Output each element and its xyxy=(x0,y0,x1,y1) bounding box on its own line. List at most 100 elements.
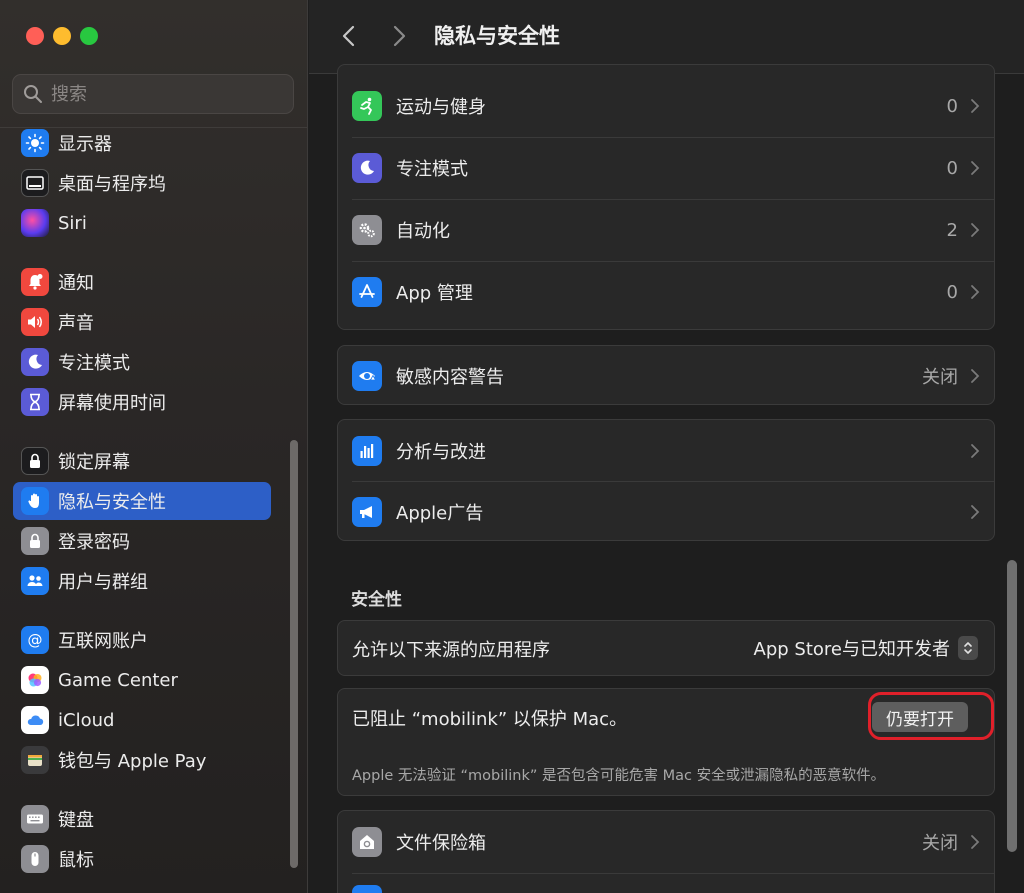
search-field[interactable] xyxy=(12,74,294,114)
row-next-clipped[interactable] xyxy=(338,873,996,893)
sidebar-item-mouse[interactable]: 鼠标 xyxy=(13,840,271,878)
sidebar-scrollbar[interactable] xyxy=(290,440,298,868)
sidebar-list: 显示器 桌面与程序坞 Siri 通知 声音 专注模式 屏幕使用时间 锁定屏幕 隐… xyxy=(0,124,290,893)
lock-screen-icon xyxy=(21,447,49,475)
blocked-app-description: Apple 无法验证 “mobilink” 是否包含可能危害 Mac 安全或泄漏… xyxy=(352,768,886,784)
sidebar-item-siri[interactable]: Siri xyxy=(13,204,271,242)
sidebar-item-label: iCloud xyxy=(58,709,115,731)
sidebar-item-label: 桌面与程序坞 xyxy=(58,174,166,195)
siri-icon xyxy=(21,209,49,237)
row-label: 运动与健身 xyxy=(396,97,486,118)
row-label: 文件保险箱 xyxy=(396,833,486,854)
lock-icon xyxy=(21,527,49,555)
sidebar-item-label: 登录密码 xyxy=(58,532,130,553)
sidebar-item-label: 互联网账户 xyxy=(58,631,148,652)
sidebar-item-users-groups[interactable]: 用户与群组 xyxy=(13,562,271,600)
vault-icon xyxy=(352,827,382,857)
eye-warning-icon xyxy=(352,361,382,391)
row-count: 0 xyxy=(946,95,958,117)
moon-icon xyxy=(352,153,382,183)
game-center-icon xyxy=(21,666,49,694)
sidebar-item-label: 键盘 xyxy=(58,810,94,831)
row-count: 0 xyxy=(946,157,958,179)
sidebar-item-label: 鼠标 xyxy=(58,850,94,871)
row-sensitive-content-warning[interactable]: 敏感内容警告 关闭 xyxy=(338,345,996,407)
filevault-group: 文件保险箱 关闭 xyxy=(337,810,995,893)
chart-icon xyxy=(352,436,382,466)
sidebar-item-game-center[interactable]: Game Center xyxy=(13,661,271,699)
row-filevault[interactable]: 文件保险箱 关闭 xyxy=(338,811,996,873)
sidebar-item-label: 隐私与安全性 xyxy=(58,492,166,513)
sidebar-item-label: 用户与群组 xyxy=(58,572,148,593)
row-analytics[interactable]: 分析与改进 xyxy=(338,420,996,482)
forward-button[interactable] xyxy=(385,22,413,50)
row-status: 关闭 xyxy=(922,833,958,854)
sidebar-item-login-password[interactable]: 登录密码 xyxy=(13,522,271,560)
chevron-right-icon xyxy=(971,444,980,458)
sidebar-item-label: 显示器 xyxy=(58,134,112,155)
users-icon xyxy=(21,567,49,595)
sidebar-item-privacy-security[interactable]: 隐私与安全性 xyxy=(13,482,271,520)
page-title: 隐私与安全性 xyxy=(434,24,560,48)
main-scrollbar[interactable] xyxy=(1007,560,1017,852)
row-automation[interactable]: 自动化 2 xyxy=(338,199,996,261)
sidebar-item-notifications[interactable]: 通知 xyxy=(13,263,271,301)
partial-row-icon xyxy=(352,885,382,893)
svg-text:@: @ xyxy=(28,631,43,649)
hourglass-icon xyxy=(21,388,49,416)
notification-icon xyxy=(21,268,49,296)
privacy-list-group: 运动与健身 0 专注模式 0 自动化 2 App 管理 0 xyxy=(337,64,995,330)
settings-content: 运动与健身 0 专注模式 0 自动化 2 App 管理 0 敏感内容警告 关闭 … xyxy=(337,64,997,893)
mouse-icon xyxy=(21,845,49,873)
sidebar-item-label: 锁定屏幕 xyxy=(58,452,130,473)
window-controls xyxy=(26,27,98,45)
sidebar-item-internet-accounts[interactable]: @ 互联网账户 xyxy=(13,621,271,659)
search-input[interactable] xyxy=(51,83,271,105)
sidebar-item-sound[interactable]: 声音 xyxy=(13,303,271,341)
at-icon: @ xyxy=(21,626,49,654)
app-store-icon xyxy=(352,277,382,307)
sidebar-item-label: 通知 xyxy=(58,273,94,294)
sidebar-item-focus[interactable]: 专注模式 xyxy=(13,343,271,381)
sidebar-item-keyboard[interactable]: 键盘 xyxy=(13,800,271,838)
sidebar-item-label: 钱包与 Apple Pay xyxy=(58,751,207,772)
minimize-window-button[interactable] xyxy=(53,27,71,45)
sidebar-item-label: 屏幕使用时间 xyxy=(58,393,166,414)
row-label: App 管理 xyxy=(396,283,473,304)
row-apple-ads[interactable]: Apple广告 xyxy=(338,481,996,543)
megaphone-icon xyxy=(352,497,382,527)
sidebar-item-label: Siri xyxy=(58,212,87,234)
chevron-right-icon xyxy=(393,25,406,47)
allow-apps-popup[interactable]: App Store与已知开发者 xyxy=(754,635,978,661)
dock-icon xyxy=(21,169,49,197)
row-focus[interactable]: 专注模式 0 xyxy=(338,137,996,199)
security-section-title: 安全性 xyxy=(351,590,402,610)
row-fitness[interactable]: 运动与健身 0 xyxy=(338,75,996,137)
chevron-left-icon xyxy=(342,25,355,47)
blocked-app-group: 已阻止 “mobilink” 以保护 Mac。 仍要打开 Apple 无法验证 … xyxy=(337,688,995,796)
sidebar-item-screen-time[interactable]: 屏幕使用时间 xyxy=(13,383,271,421)
main-pane: 隐私与安全性 运动与健身 0 专注模式 0 自动化 2 App 管理 0 敏感内… xyxy=(309,0,1024,893)
chevron-right-icon xyxy=(971,99,980,113)
sidebar-item-icloud[interactable]: iCloud xyxy=(13,701,271,739)
close-window-button[interactable] xyxy=(26,27,44,45)
row-label: 分析与改进 xyxy=(396,442,486,463)
sidebar-item-wallet[interactable]: 钱包与 Apple Pay xyxy=(13,741,271,779)
display-icon xyxy=(21,129,49,157)
sound-icon xyxy=(21,308,49,336)
row-count: 0 xyxy=(946,281,958,303)
sidebar-item-desktop-dock[interactable]: 桌面与程序坞 xyxy=(13,164,271,202)
row-label: 专注模式 xyxy=(396,159,468,180)
sidebar-item-lock-screen[interactable]: 锁定屏幕 xyxy=(13,442,271,480)
blocked-app-message: 已阻止 “mobilink” 以保护 Mac。 xyxy=(352,709,628,730)
sidebar-item-label: 专注模式 xyxy=(58,353,130,374)
row-status: 关闭 xyxy=(922,367,958,388)
back-button[interactable] xyxy=(335,22,363,50)
fitness-icon xyxy=(352,91,382,121)
open-anyway-button[interactable]: 仍要打开 xyxy=(872,702,968,732)
zoom-window-button[interactable] xyxy=(80,27,98,45)
sidebar-item-displays[interactable]: 显示器 xyxy=(13,124,271,162)
row-app-management[interactable]: App 管理 0 xyxy=(338,261,996,323)
allow-apps-group: 允许以下来源的应用程序 App Store与已知开发者 xyxy=(337,620,995,676)
allow-apps-value: App Store与已知开发者 xyxy=(753,639,950,660)
